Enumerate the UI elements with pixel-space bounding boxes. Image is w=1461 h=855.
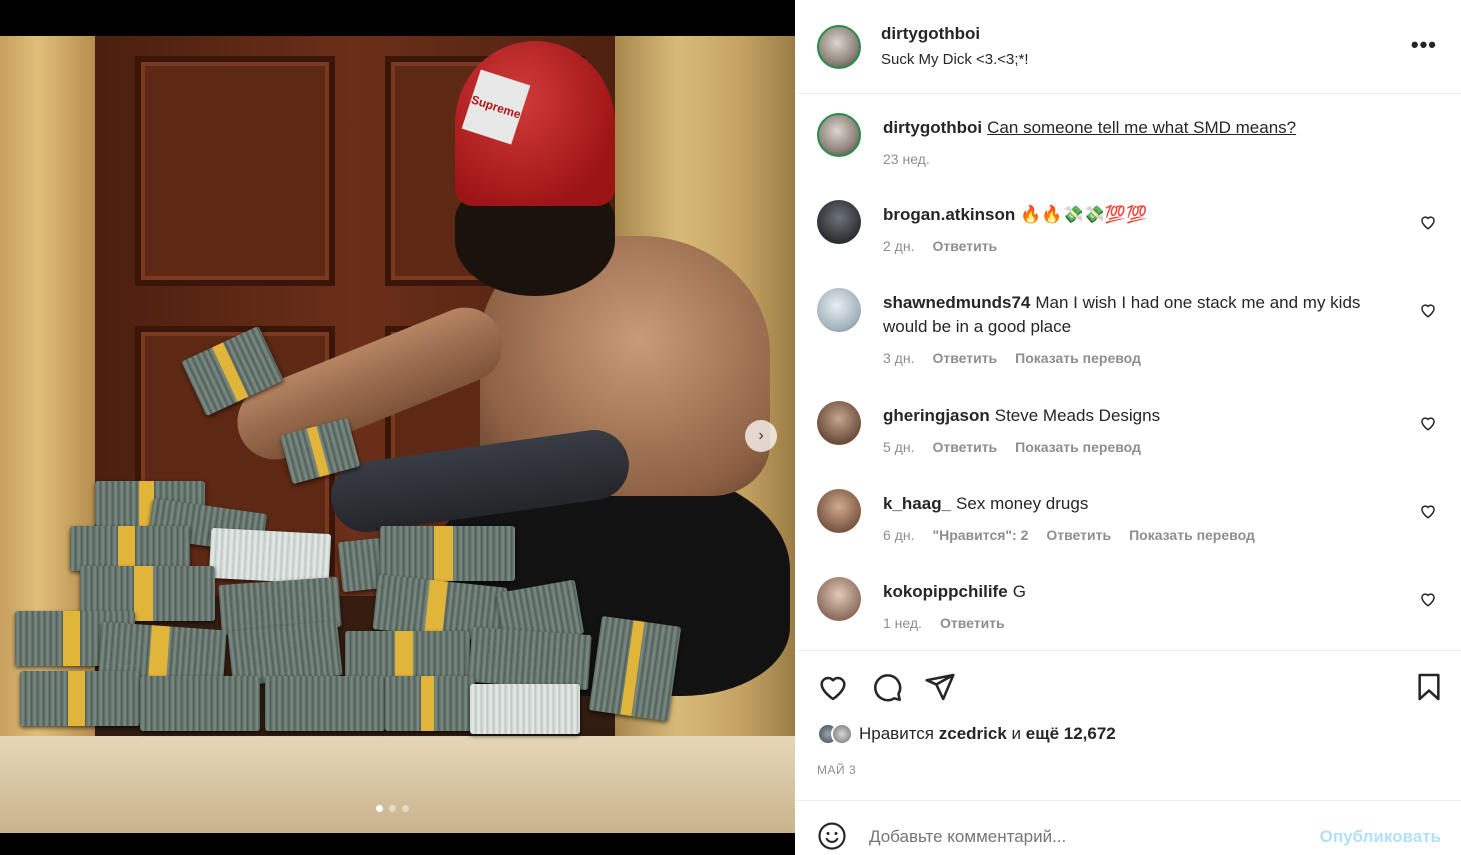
comment-icon[interactable] [871,671,903,703]
comment-username[interactable]: kokopippchilife [883,582,1008,601]
comments-list: dirtygothboi Can someone tell me what SMD… [795,95,1461,650]
caption-avatar[interactable] [817,113,861,157]
comment-text: 🔥🔥💸💸💯💯 [1020,205,1148,224]
reply-button[interactable]: Ответить [932,439,997,455]
post-photo[interactable]: Supreme [0,36,795,833]
likes-count[interactable]: ещё 12,672 [1026,724,1116,743]
likes-summary: Нравится zcedrick и ещё 12,672 [817,723,1116,745]
carousel-dot[interactable] [376,805,383,812]
author-subtitle: Suck My Dick <3.<3;*! [881,51,1029,68]
bookmark-icon[interactable] [1413,671,1445,703]
comment-username[interactable]: gheringjason [883,406,990,425]
caption-text: Can someone tell me what SMD means? [987,118,1297,137]
table [0,736,795,833]
translate-button[interactable]: Показать перевод [1015,350,1141,366]
comment-time[interactable]: 6 дн. [883,527,914,543]
author-username[interactable]: dirtygothboi [881,24,980,44]
heart-icon[interactable] [1419,213,1437,231]
heart-icon[interactable] [1419,590,1437,608]
money-stack [468,626,592,691]
comment-avatar[interactable] [817,200,861,244]
post-header: dirtygothboi Suck My Dick <3.<3;*! ••• [795,0,1461,94]
comment-avatar[interactable] [817,288,861,332]
money-stack [588,615,682,722]
money-stack [380,526,515,581]
liker-avatar[interactable] [831,723,853,745]
comment-avatar[interactable] [817,489,861,533]
post-actions: Нравится zcedrick и ещё 12,672 МАЙ 3 [795,650,1461,800]
likes-prefix: Нравится [859,724,935,743]
comment-username[interactable]: shawnedmunds74 [883,293,1030,312]
comment-avatar[interactable] [817,401,861,445]
add-comment-bar: Опубликовать [795,800,1461,855]
money-stack [20,671,140,726]
likes-count-button[interactable]: "Нравится": 2 [932,527,1028,543]
comment-text: G [1012,582,1026,601]
comment-input[interactable] [869,827,1289,847]
like-heart-icon[interactable] [817,671,849,703]
likes-middle: и [1011,724,1022,743]
money-stack [265,676,385,731]
comment-time[interactable]: 3 дн. [883,350,914,366]
translate-button[interactable]: Показать перевод [1129,527,1255,543]
translate-button[interactable]: Показать перевод [1015,439,1141,455]
publish-button[interactable]: Опубликовать [1320,827,1441,847]
reply-button[interactable]: Ответить [1046,527,1111,543]
heart-icon[interactable] [1419,301,1437,319]
post-media: Supreme › [0,0,795,855]
carousel-dot[interactable] [389,805,396,812]
comment-time[interactable]: 2 дн. [883,238,914,254]
heart-icon[interactable] [1419,502,1437,520]
likes-user[interactable]: zcedrick [939,724,1007,743]
reply-button[interactable]: Ответить [940,615,1005,631]
emoji-icon[interactable] [817,821,847,851]
comment-avatar[interactable] [817,577,861,621]
share-icon[interactable] [924,671,956,703]
caption-time[interactable]: 23 нед. [883,151,930,167]
comment-time[interactable]: 5 дн. [883,439,914,455]
caption-username[interactable]: dirtygothboi [883,118,982,137]
carousel-dots [376,805,409,812]
reply-button[interactable]: Ответить [932,238,997,254]
more-options-icon[interactable]: ••• [1411,32,1437,58]
money-stack [470,684,580,734]
carousel-next-button[interactable]: › [745,420,777,452]
reply-button[interactable]: Ответить [932,350,997,366]
money-stack [70,526,190,571]
carousel-dot[interactable] [402,805,409,812]
heart-icon[interactable] [1419,414,1437,432]
money-stack [208,527,332,585]
comment-text: Sex money drugs [956,494,1089,513]
money-stack [385,676,475,731]
post-date[interactable]: МАЙ 3 [817,763,856,777]
comment-time[interactable]: 1 нед. [883,615,922,631]
author-avatar[interactable] [817,25,861,69]
comment-username[interactable]: k_haag_ [883,494,951,513]
comment-text: Steve Meads Designs [994,406,1161,425]
post-side-panel: dirtygothboi Suck My Dick <3.<3;*! ••• d… [795,0,1461,855]
comment-username[interactable]: brogan.atkinson [883,205,1015,224]
money-stack [140,676,260,731]
